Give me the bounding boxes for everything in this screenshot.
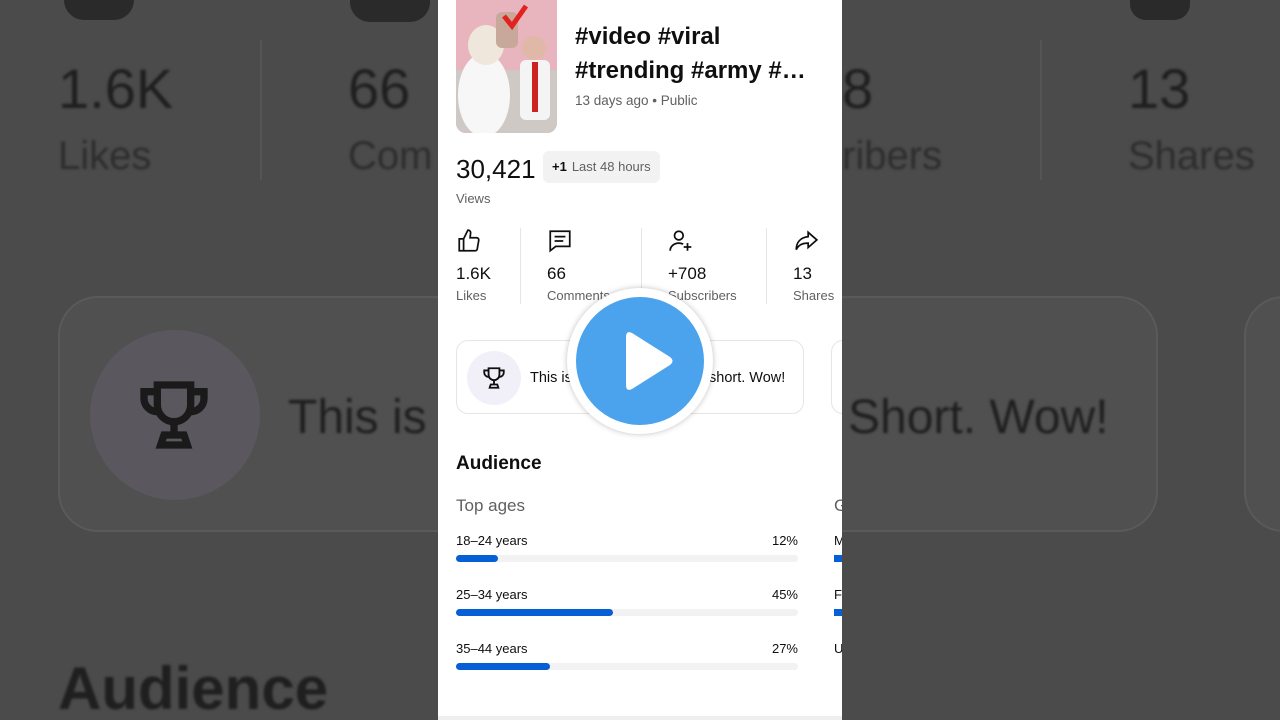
milestone-text: This is short. Wow! — [530, 370, 785, 386]
age-label: 35–44 years — [456, 641, 528, 656]
milestone-card-next[interactable] — [831, 340, 842, 414]
views-count: 30,421 — [456, 154, 536, 184]
thumbnail-image — [456, 0, 557, 133]
play-icon — [626, 332, 673, 390]
age-bar-fill — [456, 663, 551, 670]
video-title-line-2: #trending #army #… — [575, 57, 806, 84]
video-title[interactable]: #video #viral #trending #army #… — [575, 20, 827, 88]
video-meta: 13 days ago • Public — [575, 93, 698, 108]
gender-bar-peek — [834, 609, 842, 616]
share-icon — [795, 230, 819, 251]
milestone-text-end: short. Wow! — [709, 370, 786, 386]
play-button-circle — [576, 297, 704, 425]
stat-likes[interactable]: 1.6K Likes — [456, 228, 491, 303]
bg-subs-label: ribers — [842, 134, 943, 178]
bg-like-icon — [64, 0, 134, 20]
views-delta-period: Last 48 hours — [571, 159, 651, 174]
stat-subscribers-value: +708 — [668, 264, 707, 283]
milestone-text-start: This is — [530, 370, 572, 386]
thumbs-up-icon — [458, 229, 480, 252]
video-thumbnail[interactable] — [456, 0, 557, 133]
age-percent: 12% — [771, 533, 798, 548]
age-percent: 45% — [771, 587, 798, 602]
bg-shares-value: 13 — [1128, 57, 1191, 120]
bg-divider — [260, 40, 262, 180]
bg-share-icon — [1130, 0, 1190, 20]
views-delta-badge: +1 Last 48 hours — [543, 151, 660, 183]
video-title-line-1: #video #viral — [575, 23, 721, 50]
bg-divider — [1040, 40, 1042, 180]
age-bar-fill — [456, 555, 498, 562]
views-delta: +1 — [552, 159, 567, 174]
trophy-badge — [467, 351, 521, 405]
views-label: Views — [456, 191, 491, 206]
age-label: 18–24 years — [456, 533, 528, 548]
bg-subs-value: 8 — [842, 57, 874, 120]
bg-milestone-start: This is — [288, 391, 427, 444]
top-ages-title: Top ages — [456, 496, 525, 515]
stat-likes-label: Likes — [456, 288, 487, 303]
age-percent: 27% — [771, 641, 798, 656]
gender-bar-peek — [834, 555, 842, 562]
stat-divider — [520, 228, 521, 304]
age-bar-fill — [456, 609, 613, 616]
bg-likes-label: Likes — [58, 134, 152, 178]
bg-likes-value: 1.6K — [58, 57, 174, 120]
bg-audience-title: Audience — [58, 655, 329, 720]
stat-divider — [766, 228, 767, 304]
bottom-divider — [438, 716, 842, 720]
add-person-icon — [669, 230, 692, 251]
stat-shares-value: 13 — [793, 264, 812, 283]
gender-label-peek: M — [834, 533, 842, 548]
gender-label-peek: U — [834, 641, 842, 656]
stat-shares[interactable]: 13 Shares — [793, 228, 834, 303]
age-bar-track — [456, 663, 798, 670]
stat-comments-value: 66 — [547, 264, 566, 283]
stat-likes-value: 1.6K — [456, 264, 491, 283]
bg-shares-label: Shares — [1128, 134, 1255, 178]
age-bar-track — [456, 609, 798, 616]
bg-milestone-end: Short. Wow! — [848, 391, 1109, 444]
gender-title-peek: G — [834, 496, 842, 515]
bg-trophy-icon — [140, 381, 208, 449]
stat-shares-label: Shares — [793, 288, 835, 303]
bg-comments-value: 66 — [348, 57, 411, 120]
stat-comments[interactable]: 66 Comments — [547, 228, 610, 303]
age-bar-track — [456, 555, 798, 562]
bg-comment-icon — [350, 0, 430, 22]
bg-comments-label: Com — [348, 134, 433, 178]
bg-milestone-card-2 — [1244, 296, 1280, 532]
age-label: 25–34 years — [456, 587, 528, 602]
gender-label-peek: F — [834, 587, 842, 602]
audience-title: Audience — [456, 453, 542, 474]
play-button[interactable] — [567, 288, 713, 434]
comment-icon — [549, 230, 571, 253]
stat-subscribers[interactable]: +708 Subscribers — [668, 228, 737, 303]
trophy-icon — [483, 367, 505, 389]
